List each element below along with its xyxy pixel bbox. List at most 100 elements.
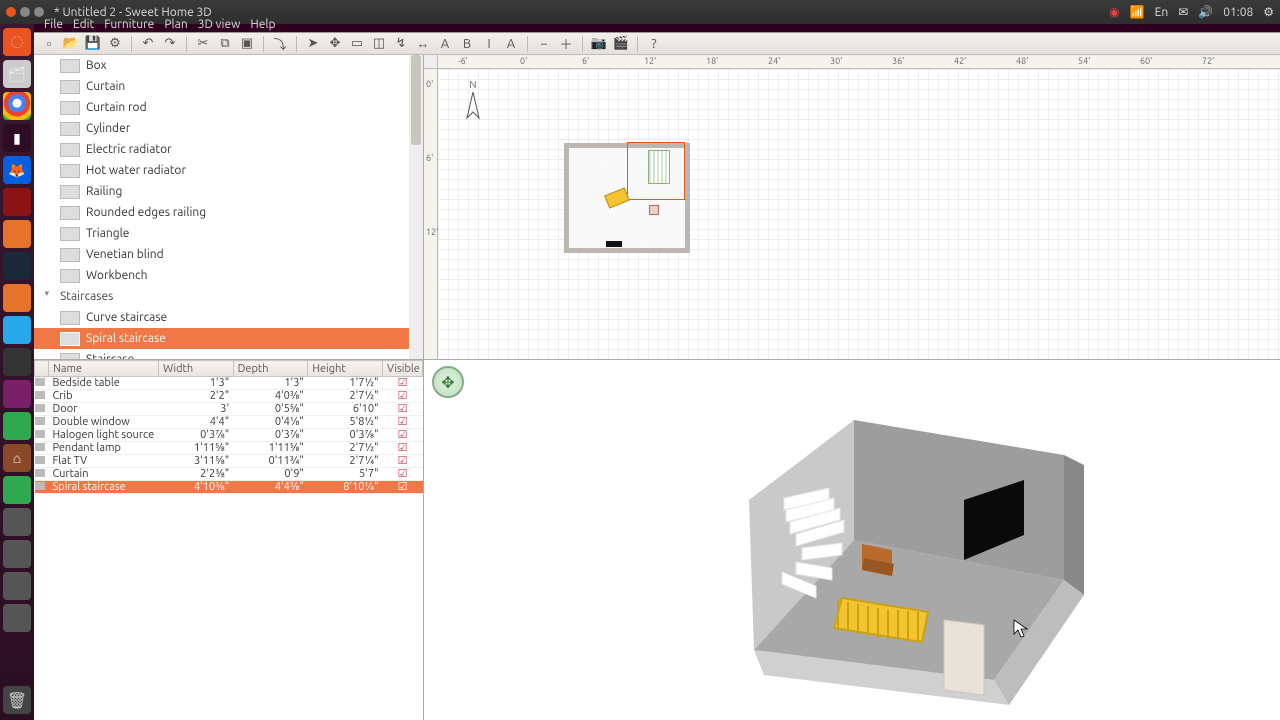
- catalog-item[interactable]: Hot water radiator: [34, 160, 423, 181]
- terminal-icon[interactable]: ▮: [3, 124, 31, 152]
- network-indicator-icon[interactable]: 📶: [1130, 5, 1145, 19]
- update-indicator-icon[interactable]: ◉: [1109, 5, 1119, 19]
- app-icon[interactable]: [3, 284, 31, 312]
- row-visible-checkbox[interactable]: ☑: [383, 390, 423, 403]
- session-indicator-icon[interactable]: ⚙: [1263, 5, 1274, 19]
- font-icon[interactable]: A: [502, 35, 520, 53]
- table-row[interactable]: Spiral staircase4'10⅜"4'4⅜"8'10¼"☑: [35, 481, 423, 494]
- window-minimize-button[interactable]: [20, 7, 30, 17]
- app-icon[interactable]: [3, 220, 31, 248]
- row-visible-checkbox[interactable]: ☑: [383, 403, 423, 416]
- catalog-item[interactable]: Curtain: [34, 76, 423, 97]
- dash-icon[interactable]: ◌: [3, 28, 31, 56]
- column-header[interactable]: Name: [49, 361, 159, 377]
- menu-file[interactable]: File: [44, 18, 63, 31]
- tv-plan-icon[interactable]: [606, 241, 622, 247]
- catalog-item[interactable]: Spiral staircase: [34, 328, 423, 349]
- catalog-item[interactable]: Triangle: [34, 223, 423, 244]
- device-icon[interactable]: [3, 540, 31, 568]
- copy-icon[interactable]: ⧉: [216, 35, 234, 53]
- trash-icon[interactable]: 🗑: [3, 686, 31, 714]
- table-row[interactable]: Pendant lamp1'11⅝"1'11⅝"2'7½"☑: [35, 442, 423, 455]
- select-icon[interactable]: ➤: [304, 35, 322, 53]
- column-header[interactable]: Depth: [233, 361, 308, 377]
- table-row[interactable]: Double window4'4"0'4⅛"5'8½"☑: [35, 416, 423, 429]
- row-visible-checkbox[interactable]: ☑: [383, 442, 423, 455]
- table-row[interactable]: Curtain2'2⅜"0'9"5'7"☑: [35, 468, 423, 481]
- window-close-button[interactable]: [6, 7, 16, 17]
- catalog-category[interactable]: Staircases: [34, 286, 423, 307]
- sweethome3d-icon[interactable]: ⌂: [3, 444, 31, 472]
- row-visible-checkbox[interactable]: ☑: [383, 481, 423, 494]
- clock[interactable]: 01:08: [1223, 6, 1253, 19]
- paste-icon[interactable]: ▣: [238, 35, 256, 53]
- catalog-item[interactable]: Electric radiator: [34, 139, 423, 160]
- catalog-item[interactable]: Curve staircase: [34, 307, 423, 328]
- files-icon[interactable]: 🗂: [3, 60, 31, 88]
- row-visible-checkbox[interactable]: ☑: [383, 377, 423, 390]
- menu-help[interactable]: Help: [250, 18, 275, 31]
- keyboard-indicator[interactable]: En: [1155, 6, 1169, 19]
- catalog-item[interactable]: Curtain rod: [34, 97, 423, 118]
- video-icon[interactable]: 🎬: [612, 35, 630, 53]
- pan-icon[interactable]: ✥: [326, 35, 344, 53]
- catalog-item[interactable]: Railing: [34, 181, 423, 202]
- italic-icon[interactable]: I: [480, 35, 498, 53]
- app-icon[interactable]: [3, 188, 31, 216]
- catalog-item[interactable]: Rounded edges railing: [34, 202, 423, 223]
- device-icon[interactable]: [3, 604, 31, 632]
- telegram-icon[interactable]: [3, 316, 31, 344]
- wall-icon[interactable]: ▭: [348, 35, 366, 53]
- polyline-icon[interactable]: ↯: [392, 35, 410, 53]
- menu-3dview[interactable]: 3D view: [198, 18, 241, 31]
- dimension-icon[interactable]: ↔: [414, 35, 432, 53]
- column-header[interactable]: Width: [159, 361, 234, 377]
- catalog-item[interactable]: Cylinder: [34, 118, 423, 139]
- bedside-plan-icon[interactable]: [649, 205, 659, 215]
- chrome-icon[interactable]: [3, 92, 31, 120]
- row-visible-checkbox[interactable]: ☑: [383, 416, 423, 429]
- radiator-plan-icon[interactable]: [648, 150, 670, 184]
- row-visible-checkbox[interactable]: ☑: [383, 455, 423, 468]
- app-icon[interactable]: [3, 476, 31, 504]
- table-row[interactable]: Halogen light source0'3⅞"0'3⅞"0'3⅞"☑: [35, 429, 423, 442]
- column-header[interactable]: Height: [308, 361, 383, 377]
- system-monitor-icon[interactable]: [3, 348, 31, 376]
- app-icon[interactable]: [3, 380, 31, 408]
- table-row[interactable]: Bedside table1'3"1'3"1'7½"☑: [35, 377, 423, 390]
- import-icon[interactable]: ⤵: [271, 35, 289, 53]
- table-row[interactable]: Door3'0'5⅝"6'10"☑: [35, 403, 423, 416]
- room-icon[interactable]: ◫: [370, 35, 388, 53]
- open-icon[interactable]: 📂: [62, 35, 80, 53]
- text-icon[interactable]: A: [436, 35, 454, 53]
- sound-indicator-icon[interactable]: 🔊: [1198, 5, 1213, 19]
- catalog-scrollbar[interactable]: [409, 55, 423, 359]
- photo-icon[interactable]: 📷: [590, 35, 608, 53]
- redo-icon[interactable]: ↷: [161, 35, 179, 53]
- furniture-catalog-tree[interactable]: BoxCurtainCurtain rodCylinderElectric ra…: [34, 55, 424, 360]
- row-visible-checkbox[interactable]: ☑: [383, 468, 423, 481]
- column-header[interactable]: Visible: [383, 361, 423, 377]
- messages-indicator-icon[interactable]: ✉: [1178, 5, 1188, 19]
- app-icon[interactable]: [3, 412, 31, 440]
- zoom-out-icon[interactable]: −: [535, 35, 553, 53]
- menu-plan[interactable]: Plan: [164, 18, 187, 31]
- cut-icon[interactable]: ✂: [194, 35, 212, 53]
- catalog-item[interactable]: Box: [34, 55, 423, 76]
- help-icon[interactable]: ?: [645, 35, 663, 53]
- undo-icon[interactable]: ↶: [139, 35, 157, 53]
- save-icon[interactable]: 💾: [84, 35, 102, 53]
- catalog-item[interactable]: Workbench: [34, 265, 423, 286]
- plan-view[interactable]: -6'0'6'12'18'24'30'36'42'48'54'60'72' 0'…: [424, 55, 1280, 360]
- device-icon[interactable]: [3, 572, 31, 600]
- compass[interactable]: N: [458, 79, 488, 123]
- preferences-icon[interactable]: ⚙: [106, 35, 124, 53]
- catalog-item[interactable]: Venetian blind: [34, 244, 423, 265]
- catalog-item[interactable]: Staircase: [34, 349, 423, 360]
- new-icon[interactable]: ▫: [40, 35, 58, 53]
- steam-icon[interactable]: [3, 252, 31, 280]
- zoom-in-icon[interactable]: ＋: [557, 35, 575, 53]
- 3d-view[interactable]: ✥: [424, 360, 1280, 720]
- firefox-icon[interactable]: 🦊: [3, 156, 31, 184]
- bold-icon[interactable]: B: [458, 35, 476, 53]
